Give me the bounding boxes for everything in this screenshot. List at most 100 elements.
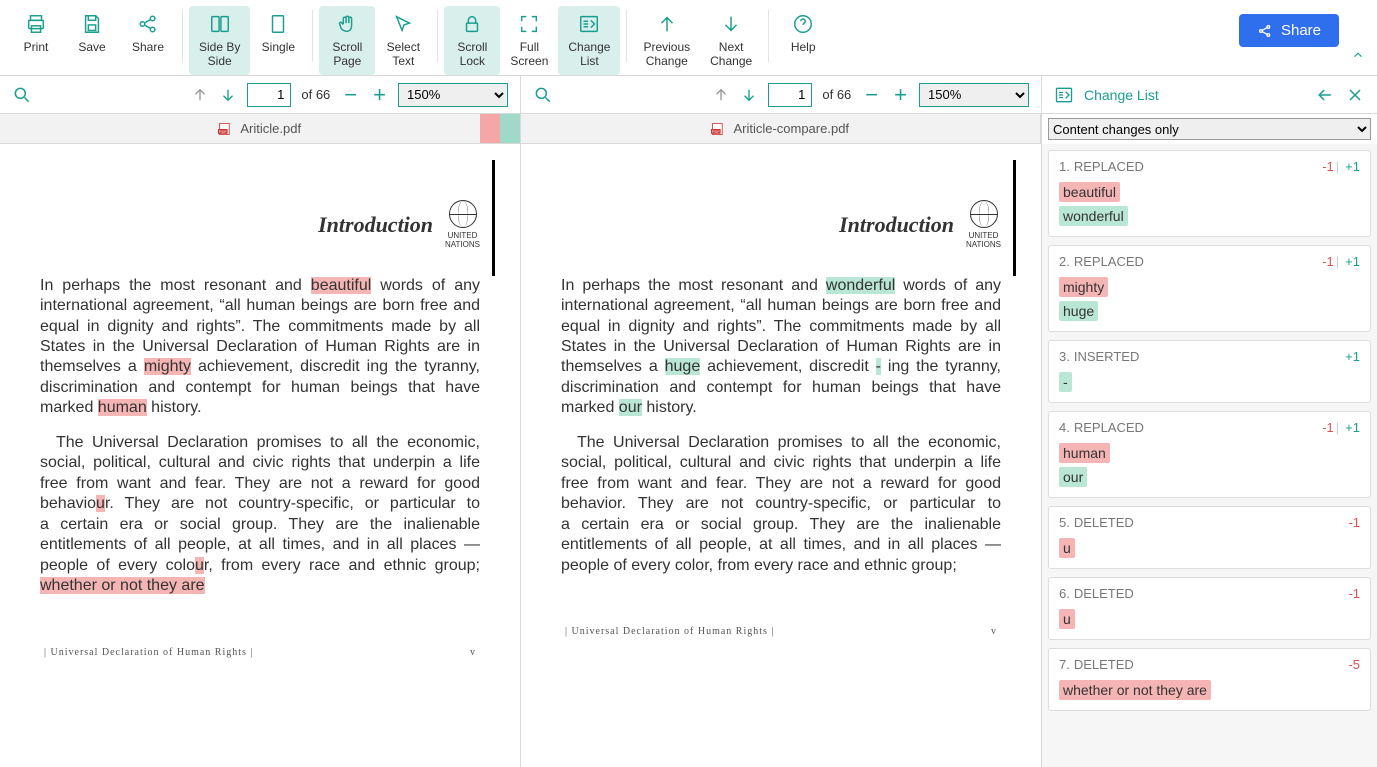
next-change-label: Next Change (710, 40, 752, 69)
close-icon[interactable] (1345, 85, 1365, 105)
separator (312, 10, 313, 62)
diff-deleted: beautiful (311, 277, 372, 294)
help-button[interactable]: Help (775, 6, 831, 60)
zoom-select-left[interactable]: 150% (398, 83, 508, 107)
cursor-icon (392, 12, 414, 36)
change-list-header: Change List (1041, 76, 1377, 113)
arrow-up-icon (656, 12, 678, 36)
prev-change-label: Previous Change (643, 40, 690, 69)
main-row: Introduction UNITED NATIONS In perhaps t… (0, 144, 1377, 767)
share-icon (137, 12, 159, 36)
scroll-page-button[interactable]: Scroll Page (319, 6, 375, 75)
diff-inserted: wonderful (826, 277, 895, 294)
page-down-icon[interactable] (219, 86, 237, 104)
separator (626, 10, 627, 62)
intro-title-left: Introduction (318, 212, 433, 238)
single-button[interactable]: Single (250, 6, 306, 60)
share-icon (1257, 23, 1273, 39)
diff-minimap-left (480, 114, 520, 143)
select-text-button[interactable]: Select Text (375, 6, 431, 75)
separator (182, 10, 183, 62)
file-tab-left[interactable]: PDF Ariticle.pdf (0, 114, 520, 144)
diff-deleted: human (98, 399, 147, 416)
change-card[interactable]: 5.DELETED-1u (1048, 506, 1371, 569)
diff-deleted: u (96, 495, 105, 512)
un-logo-icon: UNITED NATIONS (445, 200, 480, 250)
arrow-down-icon (720, 12, 742, 36)
list-icon (578, 12, 600, 36)
change-list-icon (1054, 85, 1074, 105)
filename-left: Ariticle.pdf (240, 121, 301, 136)
change-list-button[interactable]: Change List (558, 6, 620, 75)
zoom-out-button[interactable]: − (861, 84, 882, 106)
page-total-left: of 66 (301, 87, 330, 102)
zoom-in-button[interactable]: + (890, 84, 911, 106)
doc-body-right: In perhaps the most resonant and wonderf… (561, 276, 1001, 577)
single-label: Single (262, 40, 295, 54)
doc-footer-left: | Universal Declaration of Human Rights … (40, 647, 480, 658)
collapse-toolbar-icon[interactable] (1347, 44, 1369, 69)
full-screen-button[interactable]: Full Screen (500, 6, 558, 75)
zoom-out-button[interactable]: − (340, 84, 361, 106)
prev-change-button[interactable]: Previous Change (633, 6, 700, 75)
change-card[interactable]: 1.REPLACED-1|+1beautifulwonderful (1048, 150, 1371, 237)
share-primary-button[interactable]: Share (1239, 14, 1339, 47)
page-input-right[interactable] (768, 83, 812, 107)
change-card[interactable]: 6.DELETED-1u (1048, 577, 1371, 640)
side-by-side-icon (209, 12, 231, 36)
hand-icon (336, 12, 358, 36)
doc-pane-left[interactable]: Introduction UNITED NATIONS In perhaps t… (0, 144, 520, 767)
print-icon (25, 12, 47, 36)
diff-deleted: whether or not they are (40, 577, 205, 594)
fullscreen-icon (518, 12, 540, 36)
zoom-in-button[interactable]: + (369, 84, 390, 106)
print-button[interactable]: Print (8, 6, 64, 60)
share-button[interactable]: Share (120, 6, 176, 60)
svg-text:PDF: PDF (712, 129, 721, 134)
change-card[interactable]: 2.REPLACED-1|+1mightyhuge (1048, 245, 1371, 332)
side-by-side-button[interactable]: Side By Side (189, 6, 250, 75)
change-list-title: Change List (1084, 87, 1305, 103)
back-icon[interactable] (1315, 85, 1335, 105)
change-filter-select[interactable]: Content changes only (1048, 118, 1371, 140)
help-icon (792, 12, 814, 36)
doc-pane-right[interactable]: Introduction UNITED NATIONS In perhaps t… (520, 144, 1041, 767)
single-icon (267, 12, 289, 36)
diff-deleted: mighty (144, 358, 191, 375)
next-change-button[interactable]: Next Change (700, 6, 762, 75)
page-down-icon[interactable] (740, 86, 758, 104)
page-up-icon[interactable] (712, 86, 730, 104)
doc-body-left: In perhaps the most resonant and beautif… (40, 276, 480, 597)
pdf-icon: PDF (218, 122, 234, 136)
full-screen-label: Full Screen (510, 40, 548, 69)
search-icon[interactable] (533, 85, 553, 105)
print-label: Print (24, 40, 49, 54)
main-toolbar: Print Save Share Side By Side Single Scr… (0, 0, 1377, 76)
change-card[interactable]: 7.DELETED-5whether or not they are (1048, 648, 1371, 711)
search-icon[interactable] (12, 85, 32, 105)
doc-footer-right: | Universal Declaration of Human Rights … (561, 626, 1001, 637)
right-subbar: of 66 − + 150% (520, 76, 1041, 113)
doc-content-right: Introduction UNITED NATIONS In perhaps t… (561, 160, 1001, 637)
diff-inserted: our (619, 399, 642, 416)
change-list-scroll[interactable]: 1.REPLACED-1|+1beautifulwonderful2.REPLA… (1042, 144, 1377, 767)
save-button[interactable]: Save (64, 6, 120, 60)
page-input-left[interactable] (247, 83, 291, 107)
change-list-filter-row: Content changes only (1041, 114, 1377, 144)
file-tab-right[interactable]: PDF Ariticle-compare.pdf (520, 114, 1042, 144)
svg-text:PDF: PDF (219, 129, 228, 134)
diff-deleted: u (195, 557, 204, 574)
change-card[interactable]: 4.REPLACED-1|+1humanour (1048, 411, 1371, 498)
intro-title-right: Introduction (839, 212, 954, 238)
help-label: Help (791, 40, 816, 54)
scroll-lock-button[interactable]: Scroll Lock (444, 6, 500, 75)
doc-content-left: Introduction UNITED NATIONS In perhaps t… (40, 160, 480, 658)
change-card[interactable]: 3.INSERTED+1- (1048, 340, 1371, 403)
page-up-icon[interactable] (191, 86, 209, 104)
save-label: Save (78, 40, 105, 54)
scroll-lock-label: Scroll Lock (457, 40, 487, 69)
select-text-label: Select Text (387, 40, 420, 69)
zoom-select-right[interactable]: 150% (919, 83, 1029, 107)
side-by-side-label: Side By Side (199, 40, 240, 69)
save-icon (81, 12, 103, 36)
